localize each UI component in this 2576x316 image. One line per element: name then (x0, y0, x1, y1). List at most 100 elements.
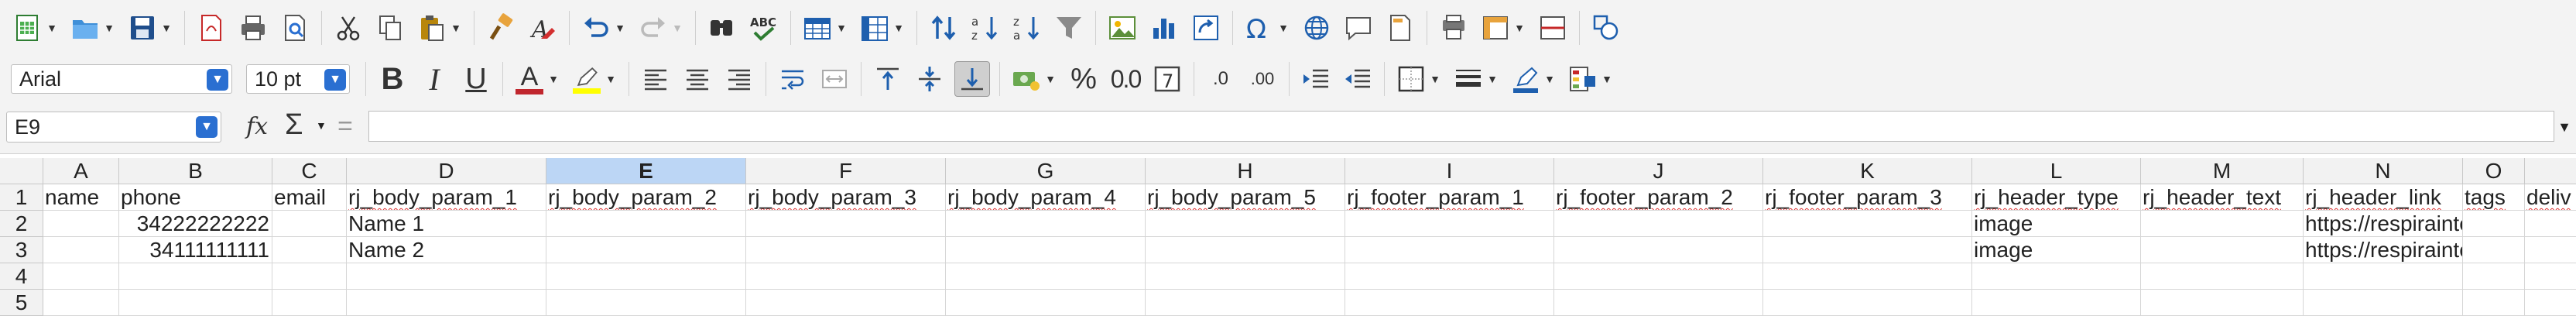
table-cell[interactable] (1146, 263, 1345, 290)
align-top-icon[interactable] (871, 62, 905, 96)
column-header-E[interactable]: E (546, 158, 746, 184)
column-header-A[interactable]: A (43, 158, 119, 184)
table-cell[interactable] (546, 237, 746, 263)
chevron-down-icon[interactable]: ▼ (1430, 62, 1440, 96)
table-cell[interactable]: 34222222222 (119, 211, 272, 237)
table-cell[interactable] (546, 290, 746, 316)
table-cell[interactable] (946, 211, 1146, 237)
table-cell[interactable] (2525, 263, 2576, 290)
column-header-next[interactable] (2525, 158, 2576, 184)
open-folder-icon[interactable] (68, 11, 102, 45)
table-cell[interactable] (2304, 263, 2463, 290)
chevron-down-icon[interactable]: ▼ (1514, 11, 1525, 45)
table-cell[interactable] (2525, 211, 2576, 237)
table-cell[interactable]: https://respirainternet.com/ (2304, 237, 2463, 263)
table-cell[interactable] (946, 263, 1146, 290)
column-header-L[interactable]: L (1972, 158, 2141, 184)
chevron-down-icon[interactable]: ▼ (836, 11, 847, 45)
delete-decimal-button[interactable]: .00 (1245, 62, 1279, 96)
row-header-3[interactable]: 3 (0, 237, 43, 263)
wrap-text-icon[interactable] (776, 62, 810, 96)
insert-chart-icon[interactable] (1147, 11, 1181, 45)
table-cell[interactable] (1763, 211, 1972, 237)
table-cell[interactable] (2525, 290, 2576, 316)
table-cell[interactable]: image (1972, 237, 2141, 263)
formula-icon[interactable]: = (337, 112, 353, 142)
chevron-down-icon[interactable]: ▼ (104, 11, 115, 45)
special-character-icon[interactable]: Ω (1242, 11, 1276, 45)
align-center-icon[interactable] (680, 62, 714, 96)
formula-input[interactable] (368, 111, 2554, 142)
chevron-down-icon[interactable]: ▼ (46, 11, 57, 45)
table-cell[interactable] (2525, 237, 2576, 263)
number-format-button[interactable]: 0.0 (1108, 62, 1142, 96)
chevron-down-icon[interactable]: ▼ (324, 69, 346, 91)
table-cell[interactable] (546, 211, 746, 237)
align-middle-icon[interactable] (913, 62, 947, 96)
merge-center-icon[interactable] (817, 62, 851, 96)
table-cell[interactable] (2141, 237, 2304, 263)
chevron-down-icon[interactable]: ▼ (316, 119, 327, 132)
align-right-icon[interactable] (722, 62, 756, 96)
borders-icon[interactable] (1394, 62, 1428, 96)
increase-indent-icon[interactable] (1299, 62, 1333, 96)
header-cell[interactable]: rj_body_param_3 (746, 184, 946, 211)
align-bottom-icon[interactable] (954, 61, 990, 97)
table-cell[interactable] (1146, 211, 1345, 237)
column-header-N[interactable]: N (2304, 158, 2463, 184)
table-cell[interactable] (43, 237, 119, 263)
table-cell[interactable] (43, 263, 119, 290)
column-header-K[interactable]: K (1763, 158, 1972, 184)
table-cell[interactable]: 34111111111 (119, 237, 272, 263)
header-cell[interactable]: email (272, 184, 347, 211)
table-cell[interactable] (1763, 290, 1972, 316)
column-header-F[interactable]: F (746, 158, 946, 184)
split-window-icon[interactable] (1536, 11, 1570, 45)
find-replace-icon[interactable] (705, 11, 739, 45)
chevron-down-icon[interactable]: ▼ (1487, 62, 1498, 96)
table-cell[interactable] (746, 211, 946, 237)
table-cell[interactable] (746, 237, 946, 263)
border-color-icon[interactable] (1509, 62, 1543, 96)
hyperlink-icon[interactable] (1300, 11, 1334, 45)
chevron-down-icon[interactable]: ▼ (1544, 62, 1555, 96)
chevron-down-icon[interactable]: ▼ (672, 11, 683, 45)
expand-formula-bar-icon[interactable]: ▼ (2557, 119, 2571, 136)
row-header-5[interactable]: 5 (0, 290, 43, 316)
table-cell[interactable] (1554, 211, 1763, 237)
font-size-box[interactable]: 10 pt ▼ (246, 64, 350, 94)
header-cell[interactable]: rj_footer_param_2 (1554, 184, 1763, 211)
table-cell[interactable] (2141, 263, 2304, 290)
table-cell[interactable] (43, 211, 119, 237)
table-cell[interactable] (347, 263, 546, 290)
table-cell[interactable] (43, 290, 119, 316)
table-cell[interactable] (2141, 290, 2304, 316)
function-wizard-icon[interactable]: fx (246, 113, 268, 140)
table-cell[interactable] (546, 263, 746, 290)
table-cell[interactable] (272, 211, 347, 237)
clone-formatting-icon[interactable] (484, 11, 518, 45)
column-header-H[interactable]: H (1146, 158, 1345, 184)
table-cell[interactable] (347, 290, 546, 316)
row-header-1[interactable]: 1 (0, 184, 43, 211)
copy-icon[interactable] (373, 11, 407, 45)
header-cell[interactable]: name (43, 184, 119, 211)
comment-icon[interactable] (1341, 11, 1375, 45)
print-icon[interactable] (236, 11, 270, 45)
table-cell[interactable]: https://respirainternet.com/ (2304, 211, 2463, 237)
chevron-down-icon[interactable]: ▼ (615, 11, 625, 45)
table-cell[interactable] (272, 237, 347, 263)
chevron-down-icon[interactable]: ▼ (548, 62, 559, 96)
pivot-table-icon[interactable] (1189, 11, 1223, 45)
header-cell[interactable]: rj_header_link (2304, 184, 2463, 211)
conditional-format-icon[interactable] (1566, 62, 1600, 96)
column-header-D[interactable]: D (347, 158, 546, 184)
freeze-rows-columns-icon[interactable] (1478, 11, 1512, 45)
header-cell[interactable]: rj_footer_param_3 (1763, 184, 1972, 211)
redo-icon[interactable] (636, 11, 670, 45)
highlight-color-button[interactable] (570, 62, 604, 96)
column-header-B[interactable]: B (119, 158, 272, 184)
column-header-I[interactable]: I (1345, 158, 1554, 184)
header-cell[interactable]: rj_body_param_4 (946, 184, 1146, 211)
table-cell[interactable]: image (1972, 211, 2141, 237)
